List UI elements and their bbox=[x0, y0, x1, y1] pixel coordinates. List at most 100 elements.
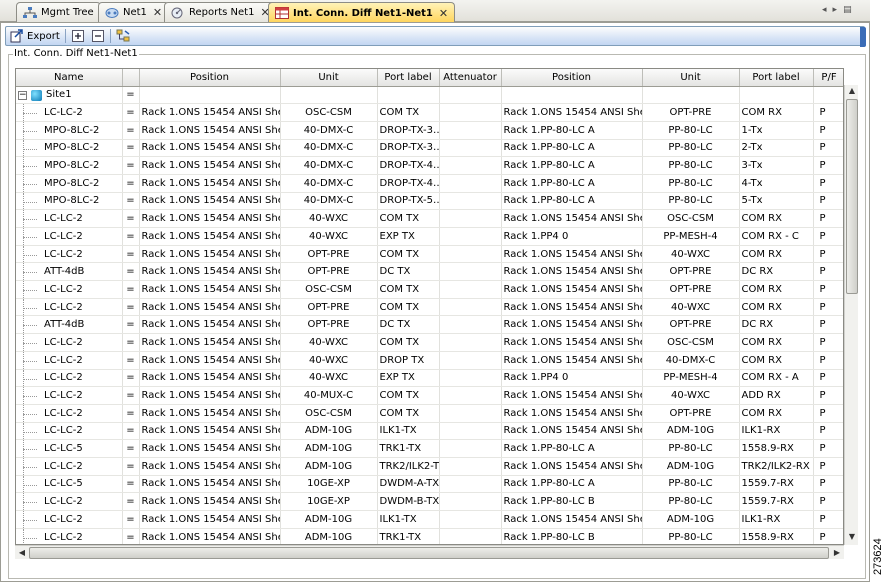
cell-position: Rack 1.ONS 15454 ANSI Shelf… bbox=[139, 404, 281, 423]
cell-attenuator bbox=[439, 103, 502, 122]
table-row[interactable]: LC-LC-2=Rack 1.ONS 15454 ANSI Shelf…OPT-… bbox=[16, 298, 843, 317]
table-row[interactable]: LC-LC-2=Rack 1.ONS 15454 ANSI Shelf…40-W… bbox=[16, 351, 843, 370]
cell-name: MPO-8LC-2 bbox=[16, 139, 123, 158]
cell-position: Rack 1.ONS 15454 ANSI Shelf… bbox=[139, 475, 281, 494]
cell-pf: P bbox=[813, 333, 843, 352]
table-row[interactable]: LC-LC-2=Rack 1.ONS 15454 ANSI Shelf…40-M… bbox=[16, 386, 843, 405]
cell-text: LC-LC-5 bbox=[44, 443, 83, 455]
column-header-pf[interactable]: P/F bbox=[813, 69, 843, 87]
table-row[interactable]: ATT-4dB=Rack 1.ONS 15454 ANSI Shelf…OPT-… bbox=[16, 262, 843, 282]
cell-port-label: COM RX bbox=[739, 351, 814, 370]
cell-port-label: TRK2/ILK2-TX bbox=[377, 457, 440, 476]
table-row[interactable]: LC-LC-2 =Rack 1.ONS 15454 ANSI Shelf…10GE… bbox=[16, 492, 843, 511]
expand-all-button[interactable] bbox=[71, 29, 85, 43]
close-icon[interactable]: ✕ bbox=[439, 7, 448, 20]
cell-port-label: ILK1-RX bbox=[739, 510, 814, 529]
cell-port-label: DC RX bbox=[739, 262, 814, 282]
cell-unit: 40-DMX-C bbox=[280, 121, 378, 140]
cell-name: LC-LC-2 bbox=[16, 386, 123, 405]
table-row[interactable]: LC-LC-2=Rack 1.ONS 15454 ANSI Shelf…OPT-… bbox=[16, 245, 843, 264]
table-row[interactable]: LC-LC-2=Rack 1.ONS 15454 ANSI Shelf…ADM-… bbox=[16, 457, 843, 476]
table-row[interactable]: LC-LC-2=Rack 1.ONS 15454 ANSI Shelf…40-W… bbox=[16, 369, 843, 388]
horizontal-scroll-thumb[interactable] bbox=[29, 547, 829, 559]
cell-text: LC-LC-2 bbox=[44, 301, 83, 313]
table-row[interactable]: ATT-4dB=Rack 1.ONS 15454 ANSI Shelf…OPT-… bbox=[16, 315, 843, 335]
cell-name: LC-LC-5 bbox=[16, 439, 123, 458]
tree-line bbox=[23, 272, 37, 274]
table-row[interactable]: MPO-8LC-2 =Rack 1.ONS 15454 ANSI Shelf…40… bbox=[16, 174, 843, 193]
tab-net1[interactable]: Net1 ✕ bbox=[98, 2, 170, 22]
table-row[interactable]: LC-LC-2=Rack 1.ONS 15454 ANSI Shelf…OSC-… bbox=[16, 404, 843, 423]
cell-port-label: 1559.7-RX bbox=[739, 475, 814, 494]
table-row[interactable]: LC-LC-2=Rack 1.ONS 15454 ANSI Shelf…40-W… bbox=[16, 333, 843, 352]
tab-mgmt-tree[interactable]: Mgmt Tree bbox=[16, 2, 101, 22]
column-header-name[interactable]: Name bbox=[16, 69, 123, 87]
column-header-attenuator[interactable]: Attenuator bbox=[439, 69, 502, 87]
column-header-unit-2[interactable]: Unit bbox=[642, 69, 740, 87]
column-header-position-2[interactable]: Position bbox=[501, 69, 643, 87]
cell-port-label: TRK2/ILK2-RX bbox=[739, 457, 814, 476]
group-title: Int. Conn. Diff Net1-Net1 bbox=[13, 48, 139, 59]
tree-line bbox=[23, 343, 37, 345]
cell-unit: 40-WXC bbox=[642, 298, 740, 317]
cell-position: Rack 1.ONS 15454 ANSI Shelf… bbox=[139, 386, 281, 405]
column-header-unit[interactable]: Unit bbox=[280, 69, 378, 87]
tab-menu-icon[interactable]: ▤ bbox=[843, 5, 858, 15]
collapse-tree-icon[interactable]: − bbox=[18, 90, 27, 100]
tree-line bbox=[23, 502, 37, 504]
table-row[interactable]: LC-LC-2=Rack 1.ONS 15454 ANSI Shelf…40-W… bbox=[16, 209, 843, 228]
table-row[interactable]: LC-LC-2=Rack 1.ONS 15454 ANSI Shelf…OSC-… bbox=[16, 280, 843, 299]
cell-name: LC-LC-2 bbox=[16, 245, 123, 264]
table-row[interactable]: MPO-8LC-2 =Rack 1.ONS 15454 ANSI Shelf…40… bbox=[16, 156, 843, 175]
cell-position: Rack 1.ONS 15454 ANSI Shelf… bbox=[501, 262, 643, 282]
cell-position: Rack 1.ONS 15454 ANSI Shelf… bbox=[501, 333, 643, 352]
horizontal-scrollbar[interactable]: ◀ ▶ bbox=[15, 545, 844, 559]
table-row-site[interactable]: − Site1 = bbox=[16, 86, 843, 105]
vertical-scroll-thumb[interactable] bbox=[846, 99, 858, 294]
column-header-port-label-2[interactable]: Port label bbox=[739, 69, 814, 87]
column-header-position[interactable]: Position bbox=[139, 69, 281, 87]
export-button[interactable]: Export bbox=[10, 29, 60, 43]
scroll-right-icon[interactable]: ▸ bbox=[833, 5, 844, 15]
tab-reports-net1[interactable]: Reports Net1 ✕ bbox=[164, 2, 277, 22]
cell-position: Rack 1.PP-80-LC A bbox=[501, 156, 643, 175]
cell-unit: OPT-PRE bbox=[642, 404, 740, 423]
cell-text: LC-LC-5 bbox=[44, 478, 83, 490]
collapse-all-button[interactable] bbox=[91, 29, 105, 43]
scroll-left-icon[interactable]: ◂ bbox=[822, 5, 833, 15]
filter-button[interactable] bbox=[116, 29, 130, 43]
cell-position: Rack 1.ONS 15454 ANSI Shelf… bbox=[501, 404, 643, 423]
table-row[interactable]: MPO-8LC-2 =Rack 1.ONS 15454 ANSI Shelf…40… bbox=[16, 192, 843, 211]
table-row[interactable]: LC-LC-2=Rack 1.ONS 15454 ANSI Shelf…40-W… bbox=[16, 227, 843, 246]
cell-unit: ADM-10G bbox=[280, 510, 378, 529]
table-row[interactable]: LC-LC-5 =Rack 1.ONS 15454 ANSI Shelf…10GE… bbox=[16, 475, 843, 494]
tab-int-conn-diff[interactable]: Int. Conn. Diff Net1-Net1 ✕ bbox=[268, 2, 456, 23]
table-row[interactable]: LC-LC-2=Rack 1.ONS 15454 ANSI Shelf…ADM-… bbox=[16, 510, 843, 529]
table-row[interactable]: MPO-8LC-2 =Rack 1.ONS 15454 ANSI Shelf…40… bbox=[16, 121, 843, 140]
cell-unit: OSC-CSM bbox=[642, 209, 740, 228]
cell-status: = bbox=[122, 227, 140, 246]
table-row[interactable]: LC-LC-2=Rack 1.ONS 15454 ANSI Shelf…ADM-… bbox=[16, 422, 843, 441]
tree-line bbox=[23, 183, 37, 185]
close-icon[interactable]: ✕ bbox=[153, 6, 162, 19]
cell-port-label: ILK1-TX bbox=[377, 422, 440, 441]
cell-port-label: ADD RX bbox=[739, 386, 814, 405]
column-header-status[interactable] bbox=[122, 69, 140, 87]
vertical-scrollbar[interactable]: ▲ ▼ bbox=[844, 85, 858, 545]
table-row[interactable]: LC-LC-5 =Rack 1.ONS 15454 ANSI Shelf…ADM-… bbox=[16, 439, 843, 458]
tab-label: Int. Conn. Diff Net1-Net1 bbox=[293, 7, 433, 19]
cell-attenuator bbox=[439, 227, 502, 246]
cell-attenuator bbox=[439, 528, 502, 544]
cell-status: = bbox=[122, 298, 140, 317]
cell-name: LC-LC-2 bbox=[16, 333, 123, 352]
cell-status: = bbox=[122, 475, 140, 494]
column-header-port-label[interactable]: Port label bbox=[377, 69, 440, 87]
scroll-down-icon[interactable]: ▼ bbox=[845, 532, 859, 544]
scroll-up-icon[interactable]: ▲ bbox=[845, 86, 859, 98]
table-row[interactable]: LC-LC-2=Rack 1.ONS 15454 ANSI Shelf…OSC-… bbox=[16, 103, 843, 122]
scroll-right-icon[interactable]: ▶ bbox=[831, 546, 843, 560]
scroll-left-icon[interactable]: ◀ bbox=[16, 546, 28, 560]
table-row[interactable]: MPO-8LC-2 =Rack 1.ONS 15454 ANSI Shelf…40… bbox=[16, 139, 843, 158]
table-row[interactable]: LC-LC-2=Rack 1.ONS 15454 ANSI Shelf…ADM-… bbox=[16, 528, 843, 544]
cell-port-label: COM TX bbox=[377, 298, 440, 317]
